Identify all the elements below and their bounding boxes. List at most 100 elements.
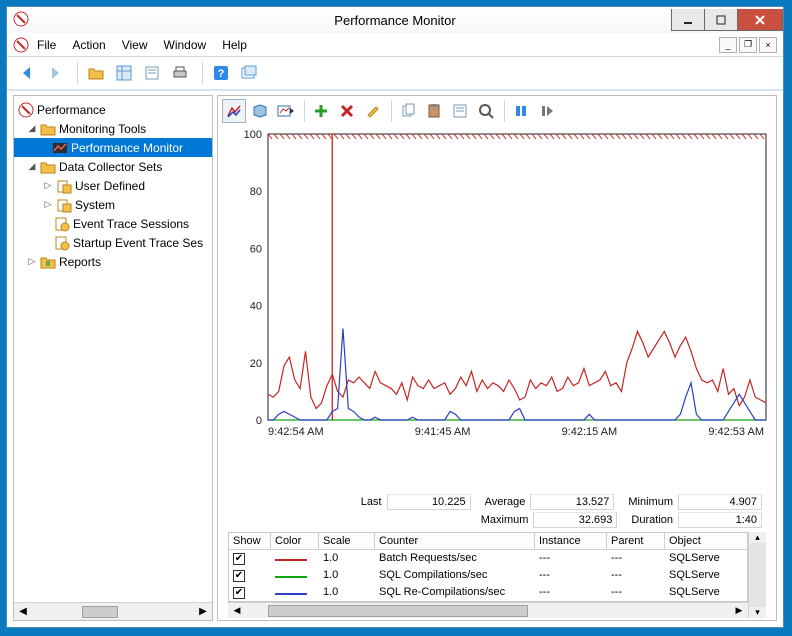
cell-instance: ---	[535, 584, 607, 601]
stat-maximum-label: Maximum	[481, 514, 529, 526]
view-list-button[interactable]	[112, 61, 136, 85]
mdi-restore-button[interactable]: ❐	[739, 37, 757, 53]
tree-pane: Performance ◢ Monitoring Tools Performan…	[13, 95, 213, 621]
stat-maximum-value: 32.693	[533, 512, 617, 528]
expand-icon[interactable]: ▷	[26, 256, 38, 268]
cell-object: SQLServe	[665, 550, 721, 567]
help-button[interactable]: ?	[209, 61, 233, 85]
mdi-minimize-button[interactable]: _	[719, 37, 737, 53]
forward-button[interactable]	[43, 61, 67, 85]
maximize-button[interactable]	[704, 9, 738, 31]
hdr-scale[interactable]: Scale	[319, 533, 375, 549]
counter-grid[interactable]: Show Color Scale Counter Instance Parent…	[228, 532, 748, 602]
body: Performance ◢ Monitoring Tools Performan…	[7, 91, 783, 627]
zoom-button[interactable]	[474, 99, 498, 123]
dcs-icon	[56, 197, 72, 213]
cell-parent: ---	[607, 567, 665, 584]
monitor-pane: 020406080100 9:42:54 AM9:41:45 AM9:42:15…	[217, 95, 777, 621]
perfmon-icon	[52, 140, 68, 156]
expand-icon[interactable]: ▷	[42, 199, 54, 211]
stat-average-value: 13.527	[530, 494, 614, 510]
hdr-color[interactable]: Color	[271, 533, 319, 549]
tree-reports[interactable]: ▷ Reports	[14, 252, 212, 271]
view-chart-button[interactable]	[222, 99, 246, 123]
update-button[interactable]	[535, 99, 559, 123]
new-window-button[interactable]	[237, 61, 261, 85]
cell-object: SQLServe	[665, 567, 721, 584]
open-folder-button[interactable]	[84, 61, 108, 85]
grid-row[interactable]: ✔1.0SQL Re-Compilations/sec------SQLServ…	[229, 584, 747, 601]
cell-scale: 1.0	[319, 550, 375, 567]
menu-view[interactable]: View	[122, 38, 148, 52]
folder-icon	[40, 159, 56, 175]
view-report-button[interactable]	[274, 99, 298, 123]
scrollbar-thumb[interactable]	[268, 605, 528, 617]
collapse-icon[interactable]: ◢	[26, 123, 38, 135]
view-histogram-button[interactable]	[248, 99, 272, 123]
hdr-counter[interactable]: Counter	[375, 533, 535, 549]
tree[interactable]: Performance ◢ Monitoring Tools Performan…	[14, 96, 212, 602]
menu-file[interactable]: File	[37, 38, 56, 52]
cell-instance: ---	[535, 567, 607, 584]
tree-system[interactable]: ▷ System	[14, 195, 212, 214]
svg-text:40: 40	[250, 301, 262, 313]
stat-last-label: Last	[361, 496, 382, 508]
menu-window[interactable]: Window	[164, 38, 207, 52]
scrollbar-thumb[interactable]	[82, 606, 118, 618]
cell-parent: ---	[607, 550, 665, 567]
tree-monitoring-tools[interactable]: ◢ Monitoring Tools	[14, 119, 212, 138]
minimize-button[interactable]	[671, 9, 705, 31]
back-button[interactable]	[15, 61, 39, 85]
cell-parent: ---	[607, 584, 665, 601]
tree-user-defined[interactable]: ▷ User Defined	[14, 176, 212, 195]
delete-counter-button[interactable]	[335, 99, 359, 123]
tree-root[interactable]: Performance	[14, 100, 212, 119]
grid-header: Show Color Scale Counter Instance Parent…	[229, 533, 747, 550]
print-button[interactable]	[168, 61, 192, 85]
menu-action[interactable]: Action	[72, 38, 105, 52]
close-button[interactable]	[737, 9, 783, 31]
tree-performance-monitor[interactable]: Performance Monitor	[14, 138, 212, 157]
cell-scale: 1.0	[319, 584, 375, 601]
svg-text:100: 100	[244, 130, 262, 141]
cell-instance: ---	[535, 550, 607, 567]
grid-row[interactable]: ✔1.0Batch Requests/sec------SQLServe	[229, 550, 747, 567]
svg-text:60: 60	[250, 243, 262, 255]
tree-data-collector-sets[interactable]: ◢ Data Collector Sets	[14, 157, 212, 176]
tree-startup-event-trace[interactable]: Startup Event Trace Ses	[14, 233, 212, 252]
stat-minimum-label: Minimum	[628, 496, 673, 508]
color-swatch	[275, 576, 307, 578]
tree-event-trace-sessions[interactable]: Event Trace Sessions	[14, 214, 212, 233]
freeze-button[interactable]	[509, 99, 533, 123]
grid-row[interactable]: ✔1.0SQL Compilations/sec------SQLServe	[229, 567, 747, 584]
properties-button[interactable]	[448, 99, 472, 123]
show-checkbox[interactable]: ✔	[233, 553, 245, 565]
add-counter-button[interactable]	[309, 99, 333, 123]
color-swatch	[275, 593, 307, 595]
hdr-instance[interactable]: Instance	[535, 533, 607, 549]
properties-button[interactable]	[140, 61, 164, 85]
menu-help[interactable]: Help	[222, 38, 247, 52]
mdi-close-button[interactable]: ×	[759, 37, 777, 53]
stat-average-label: Average	[485, 496, 526, 508]
chart-area[interactable]: 020406080100 9:42:54 AM9:41:45 AM9:42:15…	[230, 126, 764, 490]
expand-icon[interactable]: ▷	[42, 180, 54, 192]
tree-scrollbar[interactable]: ◀▶	[14, 602, 212, 620]
hdr-object[interactable]: Object	[665, 533, 721, 549]
hdr-show[interactable]: Show	[229, 533, 271, 549]
ets-icon	[54, 235, 70, 251]
collapse-icon[interactable]: ◢	[26, 161, 38, 173]
show-checkbox[interactable]: ✔	[233, 587, 245, 599]
color-swatch	[275, 559, 307, 561]
folder-icon	[40, 121, 56, 137]
grid-vscrollbar[interactable]: ▴▾	[748, 532, 766, 618]
highlight-button[interactable]	[361, 99, 385, 123]
stats: Last 10.225 Average 13.527 Minimum 4.907…	[218, 490, 776, 528]
svg-text:?: ?	[218, 68, 225, 80]
show-checkbox[interactable]: ✔	[233, 570, 245, 582]
hdr-parent[interactable]: Parent	[607, 533, 665, 549]
stat-minimum-value: 4.907	[678, 494, 762, 510]
paste-button[interactable]	[422, 99, 446, 123]
grid-hscrollbar[interactable]: ◀▶	[228, 602, 748, 618]
copy-button[interactable]	[396, 99, 420, 123]
